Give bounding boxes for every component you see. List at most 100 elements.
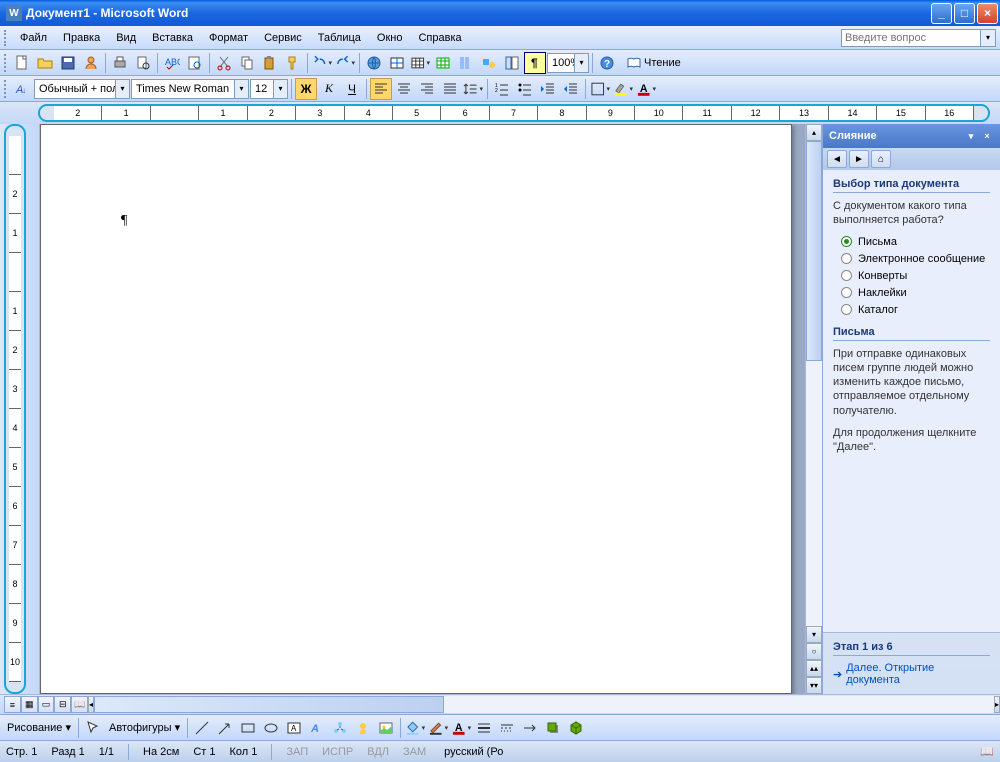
- open-button[interactable]: [34, 52, 56, 74]
- show-formatting-button[interactable]: ¶: [524, 52, 546, 74]
- new-document-button[interactable]: [11, 52, 33, 74]
- reading-mode-button[interactable]: Чтение: [619, 52, 688, 74]
- tables-borders-button[interactable]: [386, 52, 408, 74]
- copy-button[interactable]: [236, 52, 258, 74]
- arrow-button[interactable]: [214, 717, 236, 739]
- select-objects-button[interactable]: [82, 717, 104, 739]
- line-style-button[interactable]: [473, 717, 495, 739]
- wordart-button[interactable]: A: [306, 717, 328, 739]
- highlight-button[interactable]: [612, 78, 634, 100]
- scroll-thumb[interactable]: [806, 141, 822, 361]
- scroll-up-button[interactable]: ▴: [806, 124, 822, 141]
- paste-button[interactable]: [259, 52, 281, 74]
- borders-button[interactable]: [589, 78, 611, 100]
- print-button[interactable]: [109, 52, 131, 74]
- help-dropdown[interactable]: ▾: [981, 29, 996, 47]
- menu-insert[interactable]: Вставка: [144, 29, 201, 47]
- font-color-draw-button[interactable]: A: [450, 717, 472, 739]
- align-left-button[interactable]: [370, 78, 392, 100]
- doc-type-option[interactable]: Каталог: [841, 304, 990, 316]
- status-trk[interactable]: ИСПР: [322, 746, 353, 758]
- redo-button[interactable]: [334, 52, 356, 74]
- doc-type-option[interactable]: Электронное сообщение: [841, 253, 990, 265]
- print-preview-button[interactable]: [132, 52, 154, 74]
- status-book-icon[interactable]: 📖: [980, 745, 994, 758]
- reading-view-button[interactable]: 📖: [71, 696, 88, 713]
- menu-view[interactable]: Вид: [108, 29, 144, 47]
- text-box-button[interactable]: A: [283, 717, 305, 739]
- font-combo[interactable]: Times New Roman▾: [131, 79, 249, 99]
- web-view-button[interactable]: ▦: [21, 696, 38, 713]
- autoshapes-menu[interactable]: Автофигуры ▾: [105, 721, 184, 734]
- cut-button[interactable]: [213, 52, 235, 74]
- document-page[interactable]: ¶: [40, 124, 792, 694]
- status-rec[interactable]: ЗАП: [286, 746, 308, 758]
- status-ovr[interactable]: ЗАМ: [403, 746, 426, 758]
- increase-indent-button[interactable]: [560, 78, 582, 100]
- decrease-indent-button[interactable]: [537, 78, 559, 100]
- menu-tools[interactable]: Сервис: [256, 29, 310, 47]
- menu-table[interactable]: Таблица: [310, 29, 369, 47]
- prev-page-button[interactable]: ▴▴: [806, 660, 822, 677]
- align-center-button[interactable]: [393, 78, 415, 100]
- print-layout-view-button[interactable]: ▭: [38, 696, 55, 713]
- toolbar-grip[interactable]: [4, 80, 8, 98]
- zoom-combo[interactable]: 100%▾: [547, 53, 589, 73]
- columns-button[interactable]: [455, 52, 477, 74]
- fill-color-button[interactable]: [404, 717, 426, 739]
- browse-object-button[interactable]: ○: [806, 643, 822, 660]
- bullet-list-button[interactable]: [514, 78, 536, 100]
- line-button[interactable]: [191, 717, 213, 739]
- 3d-button[interactable]: [565, 717, 587, 739]
- arrow-style-button[interactable]: [519, 717, 541, 739]
- underline-button[interactable]: Ч: [341, 78, 363, 100]
- undo-button[interactable]: [311, 52, 333, 74]
- help-button[interactable]: ?: [596, 52, 618, 74]
- nav-forward-button[interactable]: ►: [849, 150, 869, 168]
- status-ext[interactable]: ВДЛ: [367, 746, 389, 758]
- minimize-button[interactable]: _: [931, 3, 952, 24]
- insert-excel-button[interactable]: [432, 52, 454, 74]
- toolbar-grip[interactable]: [4, 54, 8, 72]
- close-button[interactable]: ×: [977, 3, 998, 24]
- oval-button[interactable]: [260, 717, 282, 739]
- outline-view-button[interactable]: ⊟: [54, 696, 71, 713]
- horizontal-scrollbar[interactable]: ◂ ▸: [88, 696, 1000, 713]
- nav-home-button[interactable]: ⌂: [871, 150, 891, 168]
- nav-back-button[interactable]: ◄: [827, 150, 847, 168]
- save-button[interactable]: [57, 52, 79, 74]
- rectangle-button[interactable]: [237, 717, 259, 739]
- permission-button[interactable]: [80, 52, 102, 74]
- hscroll-thumb[interactable]: [94, 696, 444, 713]
- diagram-button[interactable]: [329, 717, 351, 739]
- vertical-ruler[interactable]: 2112345678910: [4, 124, 26, 694]
- numbered-list-button[interactable]: 12: [491, 78, 513, 100]
- align-right-button[interactable]: [416, 78, 438, 100]
- maximize-button[interactable]: □: [954, 3, 975, 24]
- next-page-button[interactable]: ▾▾: [806, 677, 822, 694]
- horizontal-ruler[interactable]: 2112345678910111213141516: [38, 104, 990, 122]
- format-painter-button[interactable]: [282, 52, 304, 74]
- task-pane-close[interactable]: ×: [980, 129, 994, 143]
- research-button[interactable]: [184, 52, 206, 74]
- normal-view-button[interactable]: ≡: [4, 696, 21, 713]
- font-size-combo[interactable]: 12▾: [250, 79, 288, 99]
- menu-edit[interactable]: Правка: [55, 29, 108, 47]
- styles-pane-button[interactable]: A↓: [11, 78, 33, 100]
- insert-table-button[interactable]: [409, 52, 431, 74]
- insert-picture-button[interactable]: [375, 717, 397, 739]
- task-pane-dropdown[interactable]: ▾: [964, 129, 978, 143]
- status-language[interactable]: русский (Ро: [444, 746, 503, 758]
- help-search-input[interactable]: [841, 29, 981, 47]
- align-justify-button[interactable]: [439, 78, 461, 100]
- drawing-menu[interactable]: Рисование ▾: [3, 721, 75, 734]
- menu-file[interactable]: Файл: [12, 29, 55, 47]
- bold-button[interactable]: Ж: [295, 78, 317, 100]
- menu-help[interactable]: Справка: [410, 29, 469, 47]
- doc-type-option[interactable]: Конверты: [841, 270, 990, 282]
- toolbar-grip[interactable]: [4, 30, 8, 46]
- menu-format[interactable]: Формат: [201, 29, 256, 47]
- clipart-button[interactable]: [352, 717, 374, 739]
- line-spacing-button[interactable]: [462, 78, 484, 100]
- line-color-button[interactable]: [427, 717, 449, 739]
